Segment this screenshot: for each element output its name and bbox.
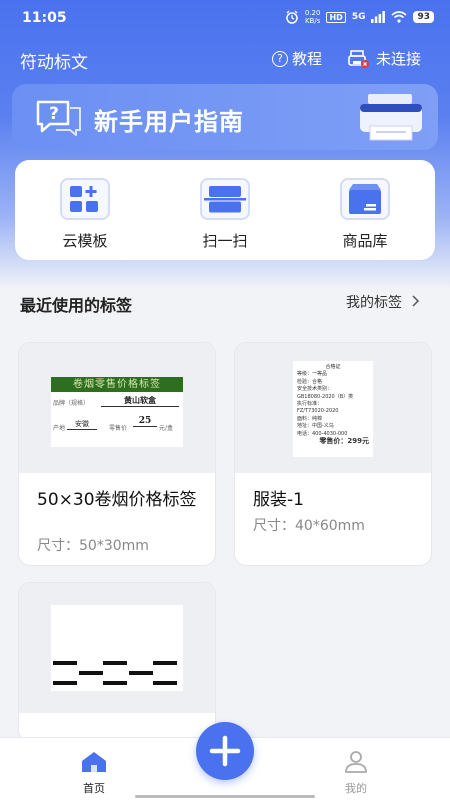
home-icon (82, 752, 106, 772)
status-icons: 0.20 KB/s HD 5G 93 (285, 9, 434, 25)
cloud-template-button[interactable]: 云模板 (15, 160, 155, 260)
svg-text:?: ? (49, 104, 59, 124)
cloud-template-icon (60, 178, 110, 220)
nav-home-label: 首页 (83, 782, 105, 795)
label-card[interactable] (18, 582, 216, 742)
scan-icon (200, 178, 250, 220)
wifi-icon (391, 11, 407, 23)
app-title: 符动标文 (20, 53, 88, 73)
label-card[interactable]: 卷烟零售价格标签 品牌（规格） 黄山软盒 产地 安徽 零售价 25 元/盒 50… (18, 342, 216, 566)
create-label-button[interactable] (196, 722, 254, 780)
label-card-name: 服装-1 (253, 490, 304, 510)
new-user-guide-banner[interactable]: ? 新手用户指南 (12, 84, 438, 150)
recent-labels-title: 最近使用的标签 (20, 296, 133, 315)
help-icon: ? (272, 50, 288, 67)
my-labels-link[interactable]: 我的标签 (346, 292, 420, 312)
label-preview (19, 583, 215, 713)
label-preview: 卷烟零售价格标签 品牌（规格） 黄山软盒 产地 安徽 零售价 25 元/盒 (19, 343, 215, 473)
clothing-label-preview: 合格证 等级：一等品 检验：合格 安全技术类别： GB18080-2020（B）… (293, 361, 373, 457)
label-card-name: 50×30卷烟价格标签 (37, 490, 197, 510)
nav-mine[interactable]: 我的 (326, 750, 386, 796)
label-preview: 合格证 等级：一等品 检验：合格 安全技术类别： GB18080-2020（B）… (235, 343, 431, 473)
scan-button[interactable]: 扫一扫 (155, 160, 295, 260)
printer-disconnected-icon (348, 49, 369, 68)
user-icon (345, 751, 367, 773)
plus-icon (209, 735, 241, 767)
battery-indicator: 93 (413, 11, 434, 23)
printer-illustration-icon (360, 94, 422, 141)
alarm-icon (286, 10, 298, 24)
quick-actions-card: 云模板 扫一扫 商品库 (15, 160, 435, 260)
label-card[interactable]: 合格证 等级：一等品 检验：合格 安全技术类别： GB18080-2020（B）… (234, 342, 432, 566)
product-library-icon (340, 178, 390, 220)
status-time: 11:05 (22, 10, 67, 26)
signal-bars-icon (371, 11, 386, 23)
tutorial-button[interactable]: ? 教程 (272, 48, 322, 69)
label-card-size: 尺寸：50*30mm (37, 538, 149, 554)
nav-home[interactable]: 首页 (64, 750, 124, 796)
guide-banner-text: 新手用户指南 (94, 108, 244, 136)
label-card-size: 尺寸：40*60mm (253, 518, 365, 534)
chevron-right-icon (412, 295, 420, 307)
signal-5g: 5G (351, 12, 366, 22)
tobacco-label-header: 卷烟零售价格标签 (51, 377, 183, 392)
status-bar: 11:05 0.20 KB/s HD 5G 93 (0, 0, 450, 36)
home-indicator (135, 795, 315, 798)
product-library-label: 商品库 (342, 232, 388, 250)
connect-printer-button[interactable]: 未连接 (348, 48, 421, 69)
nav-mine-label: 我的 (345, 782, 367, 795)
question-chat-icon: ? (36, 100, 81, 136)
tutorial-label: 教程 (292, 50, 323, 68)
product-library-button[interactable]: 商品库 (295, 160, 435, 260)
cloud-template-label: 云模板 (62, 232, 108, 250)
hd-badge: HD (326, 11, 346, 23)
lines-label-preview (51, 605, 183, 691)
scan-label: 扫一扫 (202, 232, 248, 250)
top-bar: 符动标文 ? 教程 未连接 (0, 42, 450, 74)
net-speed: 0.20 KB/s (304, 9, 321, 25)
tobacco-label-preview: 卷烟零售价格标签 品牌（规格） 黄山软盒 产地 安徽 零售价 25 元/盒 (51, 377, 183, 447)
connect-label: 未连接 (376, 50, 422, 68)
